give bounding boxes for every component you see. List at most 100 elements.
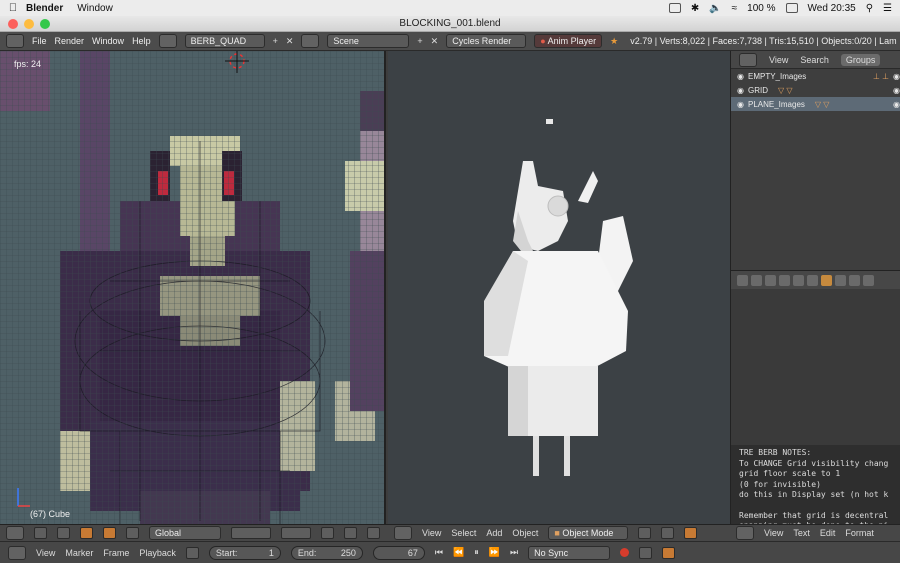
world-tab-icon[interactable] [779, 274, 790, 286]
object-tab-icon[interactable] [793, 274, 804, 286]
minimize-window-button[interactable] [24, 19, 34, 29]
status-icon[interactable] [668, 3, 681, 13]
layer-buttons[interactable] [231, 527, 271, 539]
sync-dropdown[interactable]: No Sync [528, 545, 611, 560]
outliner-row-label[interactable]: GRID [748, 86, 768, 95]
viewport-editor-type-icon[interactable] [6, 526, 24, 540]
render-opengl-icon[interactable] [367, 527, 380, 539]
step-back-icon[interactable]: ⏪ [453, 547, 464, 558]
mode-dropdown[interactable]: ■ Object Mode [548, 526, 629, 540]
record-button-icon[interactable] [620, 548, 630, 557]
scene-field[interactable]: Scene [327, 34, 410, 48]
clock[interactable]: Wed 20:35 [808, 3, 856, 14]
timeline-menu-marker[interactable]: Marker [65, 548, 93, 558]
anim-player-button[interactable]: ● Anim Player [534, 34, 603, 48]
pause-icon[interactable]: ⏸ [474, 547, 479, 558]
volume-icon[interactable]: 🔈 [709, 3, 721, 14]
screen-layout-icon[interactable] [158, 34, 177, 48]
editor-type-icon[interactable] [6, 34, 24, 48]
constraints-tab-icon[interactable] [807, 274, 818, 286]
text-editor-type-icon[interactable] [736, 526, 754, 540]
text-line-2[interactable]: To CHANGE Grid visibility chang [731, 459, 900, 470]
remove-screen-icon[interactable]: ✕ [286, 36, 294, 47]
screen-layout-field[interactable]: BERB_QUAD [184, 34, 265, 48]
visibility-eye-icon[interactable]: ◉ [893, 72, 900, 81]
proportional-edit-icon[interactable] [321, 527, 334, 539]
left-3d-viewport[interactable]: fps: 24 (67) Cube [0, 51, 386, 524]
text-line-6[interactable] [731, 501, 900, 511]
data-tab-icon[interactable] [835, 274, 846, 286]
keying-set-icon[interactable] [639, 546, 653, 559]
step-forward-icon[interactable]: ⏩ [489, 547, 500, 558]
orientation-dropdown[interactable]: Global [149, 526, 221, 540]
menu-object[interactable]: Object [512, 528, 538, 538]
preview-range-icon[interactable] [185, 546, 199, 559]
manipulator-rotate-icon[interactable] [103, 527, 116, 539]
timeline-menu-frame[interactable]: Frame [103, 548, 129, 558]
remove-scene-icon[interactable]: ✕ [431, 36, 439, 47]
keyframe-icon[interactable] [662, 546, 676, 559]
right-3d-viewport[interactable] [388, 51, 730, 524]
timeline-menu-view[interactable]: View [36, 548, 55, 558]
text-menu-text[interactable]: Text [793, 528, 810, 538]
text-line-3[interactable]: grid floor scale to 1 [731, 469, 900, 480]
expand-icon[interactable]: ◉ [737, 100, 744, 109]
text-menu-edit[interactable]: Edit [820, 528, 836, 538]
outliner-row-grid[interactable]: ◉ GRID ▽ ▽ ◉ [731, 83, 900, 97]
text-line-1[interactable]: TRE BERB NOTES: [731, 445, 900, 459]
battery-icon[interactable] [785, 3, 798, 13]
character-model[interactable] [388, 51, 730, 524]
shading-icon[interactable] [34, 527, 47, 539]
bluetooth-icon[interactable]: ✱ [691, 3, 699, 14]
apple-menu-icon[interactable]:  [0, 2, 26, 14]
notification-center-icon[interactable]: ☰ [883, 3, 892, 14]
current-frame-field[interactable]: 67 [372, 545, 425, 560]
end-frame-field[interactable]: End: 250 [290, 545, 363, 560]
wifi-icon[interactable]: ≈ [732, 3, 738, 14]
manipulator-icon[interactable] [684, 527, 698, 539]
window-menu[interactable]: Window [77, 3, 113, 14]
texture-tab-icon[interactable] [863, 274, 874, 286]
render-engine-dropdown[interactable]: Cycles Render [446, 34, 527, 48]
manipulator-scale-icon[interactable] [126, 527, 139, 539]
pivot-point-icon[interactable] [661, 527, 675, 539]
start-frame-field[interactable]: Start: 1 [208, 545, 281, 560]
layer-buttons-2[interactable] [281, 527, 311, 539]
close-window-button[interactable] [8, 19, 18, 29]
add-scene-icon[interactable]: + [417, 36, 422, 46]
viewport-shading-icon[interactable] [638, 527, 652, 539]
add-screen-icon[interactable]: + [273, 36, 278, 46]
jump-start-icon[interactable]: ⏮ [435, 547, 443, 558]
scene-icon[interactable] [301, 34, 320, 48]
outliner-row-label[interactable]: EMPTY_Images [748, 72, 806, 81]
menu-window[interactable]: Window [92, 36, 124, 46]
modifiers-tab-icon[interactable] [821, 274, 832, 286]
app-menu[interactable]: Blender [26, 3, 63, 14]
outliner-editor-type-icon[interactable] [739, 52, 757, 67]
expand-icon[interactable]: ◉ [737, 72, 744, 81]
spotlight-icon[interactable]: ⚲ [866, 3, 873, 14]
menu-view[interactable]: View [422, 528, 441, 538]
outliner-tab-view[interactable]: View [769, 55, 788, 65]
manipulator-translate-icon[interactable] [80, 527, 93, 539]
outliner-row-label[interactable]: PLANE_Images [748, 100, 805, 109]
jump-end-icon[interactable]: ⏭ [510, 547, 518, 558]
outliner-tab-search[interactable]: Search [800, 55, 829, 65]
visibility-eye-icon[interactable]: ◉ [893, 86, 900, 95]
text-menu-format[interactable]: Format [845, 528, 874, 538]
text-line-4[interactable]: (0 for invisible) [731, 480, 900, 491]
timeline-editor-type-icon[interactable] [8, 545, 26, 560]
menu-select[interactable]: Select [451, 528, 476, 538]
layers-tab-icon[interactable] [751, 274, 762, 286]
timeline-menu-playback[interactable]: Playback [139, 548, 176, 558]
text-line-7[interactable]: Remember that grid is decentral [731, 511, 900, 522]
viewport-editor-type-icon[interactable] [394, 526, 412, 540]
visibility-eye-icon[interactable]: ◉ [893, 100, 900, 109]
outliner-row-empty-images[interactable]: ◉ EMPTY_Images ⊥ ⊥ ◉ [731, 69, 900, 83]
reference-image-canvas[interactable] [0, 51, 386, 524]
menu-file[interactable]: File [32, 36, 47, 46]
text-menu-view[interactable]: View [764, 528, 783, 538]
menu-render[interactable]: Render [55, 36, 85, 46]
pivot-icon[interactable] [57, 527, 70, 539]
material-tab-icon[interactable] [849, 274, 860, 286]
